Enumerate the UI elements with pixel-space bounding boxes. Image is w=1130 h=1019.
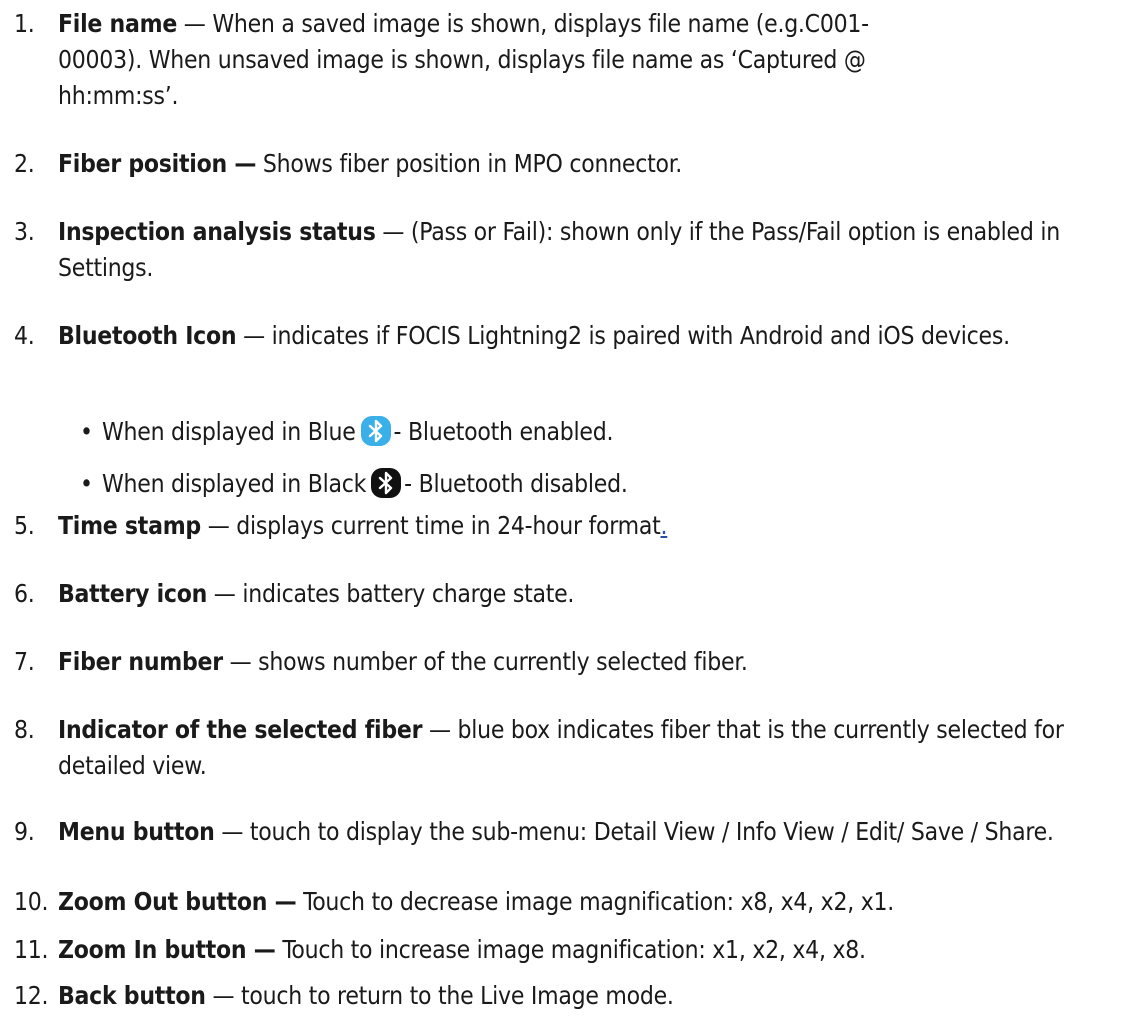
item-body: Menu button — touch to display the sub-m…	[58, 814, 1126, 850]
item-term: Battery icon	[58, 579, 208, 608]
bullet-glyph: •	[80, 417, 93, 446]
item-number: 5.	[14, 511, 35, 540]
sub-bullet-text: When displayed in Black	[102, 469, 367, 498]
item-description: Touch to increase image magnification: x…	[275, 935, 866, 964]
bluetooth-black-icon	[371, 468, 402, 498]
item-body: Bluetooth Icon — indicates if FOCIS Ligh…	[58, 318, 1126, 354]
item-term: Menu button	[58, 817, 215, 846]
item-number: 6.	[14, 579, 35, 608]
sub-bullet-text: - Bluetooth disabled.	[404, 469, 628, 498]
item-description: — When a saved image is shown, displays …	[58, 9, 869, 110]
item-description: Touch to decrease image magnification: x…	[296, 887, 895, 916]
item-number: 1.	[14, 9, 35, 38]
period-link[interactable]: .	[661, 511, 668, 540]
item-term: Time stamp	[58, 511, 201, 540]
bluetooth-blue-icon	[360, 416, 391, 446]
item-number: 9.	[14, 817, 35, 846]
item-description: — indicates if FOCIS Lightning2 is paire…	[236, 321, 1010, 350]
item-body: Inspection analysis status — (Pass or Fa…	[58, 214, 1126, 286]
item-description: Shows fiber position in MPO connector.	[256, 149, 683, 178]
sub-bullet-bluetooth-blue: • When displayed in Blue - Bluetooth enab…	[80, 414, 613, 450]
item-term: Inspection analysis status	[58, 217, 376, 246]
item-term: Zoom Out button —	[58, 887, 297, 916]
item-body: Time stamp — displays current time in 24…	[58, 508, 1126, 544]
bullet-glyph: •	[80, 469, 93, 498]
item-number: 11.	[14, 935, 49, 964]
item-body: Fiber position — Shows fiber position in…	[58, 146, 1126, 182]
item-number: 12.	[14, 981, 49, 1010]
item-number: 7.	[14, 647, 35, 676]
item-term: File name	[58, 9, 178, 38]
item-number: 2.	[14, 149, 35, 178]
item-body: Zoom Out button — Touch to decrease imag…	[58, 884, 1126, 920]
sub-bullet-bluetooth-black: • When displayed in Black - Bluetooth dis…	[80, 466, 628, 502]
item-term: Indicator of the selected fiber	[58, 715, 423, 744]
item-body: File name — When a saved image is shown,…	[58, 6, 878, 114]
item-term: Bluetooth Icon	[58, 321, 237, 350]
item-description: — displays current time in 24-hour forma…	[200, 511, 661, 540]
item-body: Back button — touch to return to the Liv…	[58, 978, 1126, 1014]
item-body: Battery icon — indicates battery charge …	[58, 576, 1126, 612]
item-number: 4.	[14, 321, 35, 350]
item-number: 3.	[14, 217, 35, 246]
item-term: Zoom In button —	[58, 935, 276, 964]
item-body: Indicator of the selected fiber — blue b…	[58, 712, 1126, 784]
item-description: — shows number of the currently selected…	[222, 647, 748, 676]
item-description: — touch to display the sub-menu: Detail …	[214, 817, 1054, 846]
sub-bullet-text: - Bluetooth enabled.	[393, 417, 614, 446]
item-description: — indicates battery charge state.	[207, 579, 575, 608]
item-body: Fiber number — shows number of the curre…	[58, 644, 1126, 680]
item-term: Fiber number	[58, 647, 223, 676]
item-body: Zoom In button — Touch to increase image…	[58, 932, 1126, 968]
sub-bullet-text: When displayed in Blue	[102, 417, 356, 446]
item-description: — touch to return to the Live Image mode…	[205, 981, 674, 1010]
instruction-list: 1. File name — When a saved image is sho…	[0, 0, 1130, 1019]
item-term: Fiber position —	[58, 149, 257, 178]
item-number: 8.	[14, 715, 35, 744]
item-number: 10.	[14, 887, 49, 916]
item-term: Back button	[58, 981, 206, 1010]
